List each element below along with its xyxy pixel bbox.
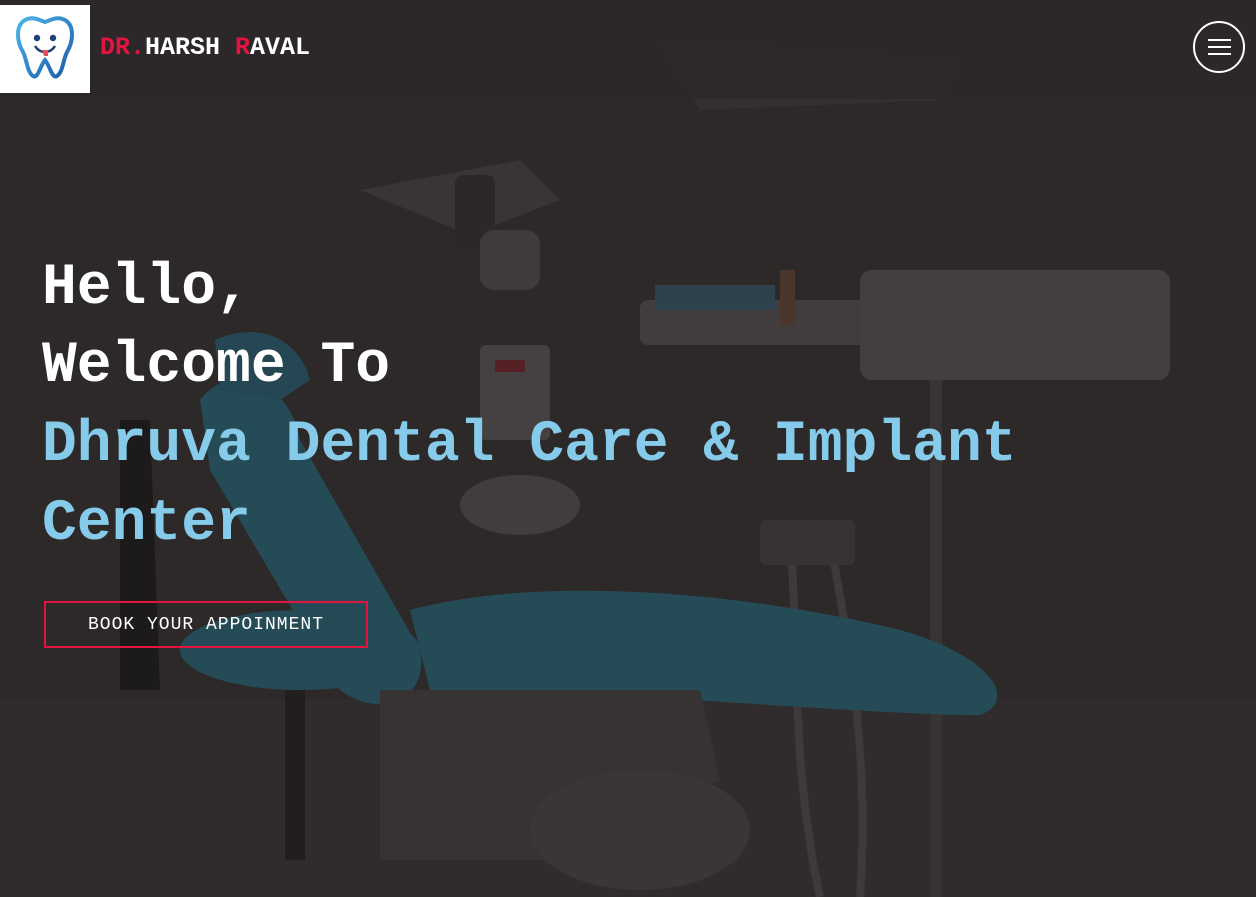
hero-greeting: Hello, bbox=[42, 256, 251, 321]
menu-toggle-button[interactable] bbox=[1193, 21, 1245, 73]
hero-welcome: Welcome To bbox=[42, 334, 391, 399]
page: DR.HARSH RAVAL Hello, Welcome To Dhruva … bbox=[0, 0, 1256, 897]
hero-clinic-name: Dhruva Dental Care & Implant bbox=[42, 413, 1017, 478]
brand-prefix: DR. bbox=[100, 33, 146, 62]
brand-last-name: AVAL bbox=[250, 33, 311, 62]
book-appointment-button[interactable]: BOOK YOUR APPOINMENT bbox=[44, 601, 368, 648]
site-header: DR.HARSH RAVAL bbox=[0, 0, 1256, 99]
tooth-mascot-icon bbox=[13, 14, 77, 85]
brand-first-name: HARSH bbox=[145, 33, 236, 62]
brand-initial: R bbox=[235, 33, 251, 62]
brand-name[interactable]: DR.HARSH RAVAL bbox=[100, 33, 310, 63]
hero-clinic-name-cont: Center bbox=[42, 492, 251, 557]
logo[interactable] bbox=[0, 5, 90, 93]
